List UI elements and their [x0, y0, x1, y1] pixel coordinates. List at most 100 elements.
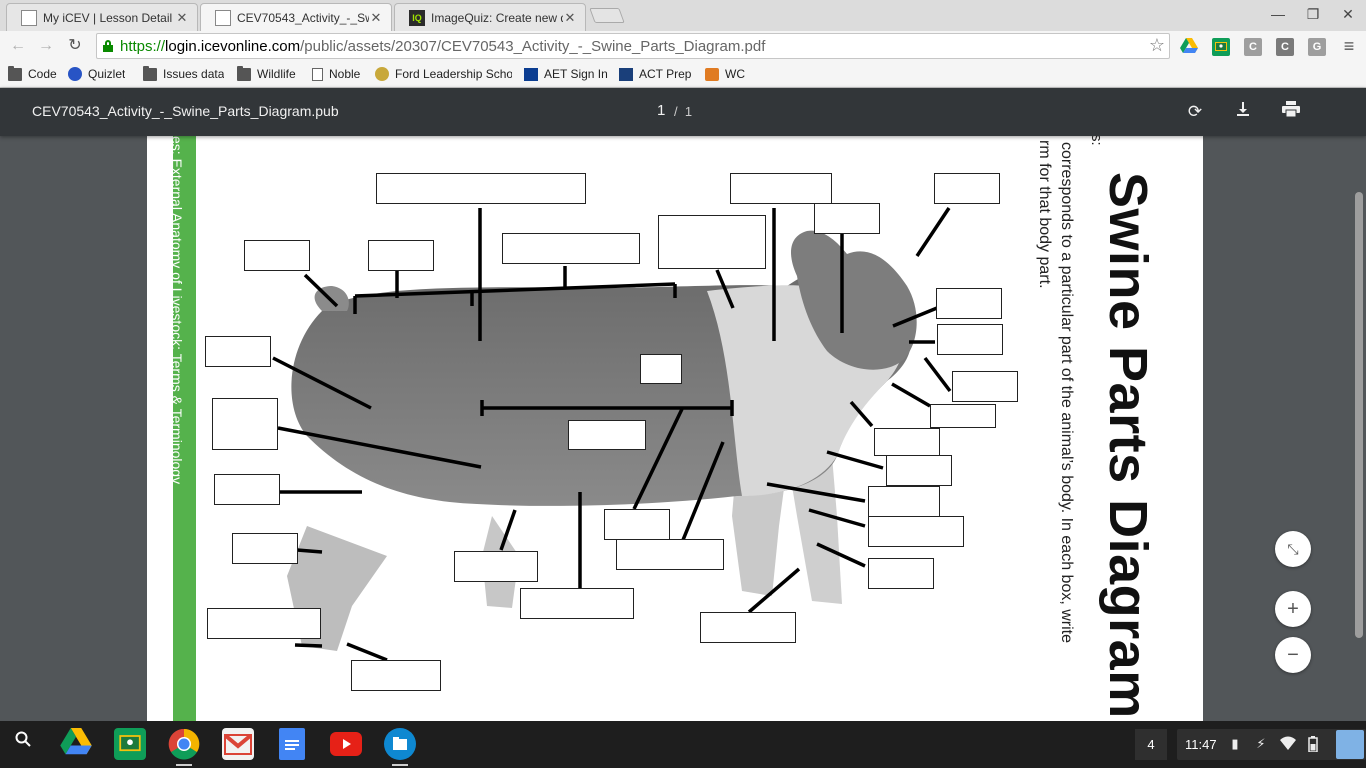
menu-icon[interactable]: ≡ [1338, 35, 1360, 57]
wc-icon [705, 67, 719, 81]
bookmark-ford-leadership[interactable]: Ford Leadership Scho [375, 65, 512, 83]
status-tray[interactable]: 11:47 ▮ ⚡ [1177, 729, 1366, 760]
chrome-icon[interactable] [168, 728, 200, 766]
ffa-icon [375, 67, 389, 81]
label-box[interactable] [934, 173, 1000, 204]
diagram-heading: Swine Parts Diagram [1098, 172, 1158, 719]
label-box[interactable] [376, 173, 586, 204]
notifications-off-icon: ⚡ [1256, 736, 1266, 751]
label-box[interactable] [700, 612, 796, 643]
pdf-filename: CEV70543_Activity_-_Swine_Parts_Diagram.… [32, 103, 339, 119]
files-icon[interactable] [384, 728, 416, 766]
url-text[interactable]: https://login.icevonline.com/public/asse… [120, 38, 765, 55]
label-box[interactable] [604, 509, 670, 540]
label-box[interactable] [244, 240, 310, 271]
new-tab-button[interactable] [589, 8, 625, 23]
page-count: / 1 [674, 104, 693, 119]
lock-icon [103, 40, 113, 52]
reload-icon[interactable]: ↻ [64, 35, 86, 57]
drive-icon[interactable] [60, 728, 92, 760]
extension-c-icon[interactable]: C [1244, 38, 1262, 56]
label-box[interactable] [886, 455, 952, 486]
label-box[interactable] [205, 336, 271, 367]
label-box[interactable] [232, 533, 298, 564]
act-icon [619, 67, 633, 81]
youtube-icon[interactable] [330, 732, 362, 756]
forward-icon[interactable]: → [35, 35, 57, 57]
bookmark-noble[interactable]: Noble [312, 65, 360, 83]
label-box[interactable] [368, 240, 434, 271]
window-close-icon[interactable]: ✕ [1332, 4, 1364, 24]
folder-icon [237, 65, 251, 81]
label-box[interactable] [520, 588, 634, 619]
gmail-icon[interactable] [222, 728, 254, 760]
bookmark-aet-sign-in[interactable]: AET Sign In [524, 65, 608, 83]
bookmark-star-icon[interactable]: ☆ [1149, 35, 1165, 56]
classroom-icon[interactable] [1212, 38, 1230, 56]
bookmark-wildlife[interactable]: Wildlife [237, 65, 296, 83]
label-box[interactable] [937, 324, 1003, 355]
address-bar[interactable]: https://login.icevonline.com/public/asse… [96, 33, 1170, 59]
label-box[interactable] [868, 516, 964, 547]
drive-icon[interactable] [1180, 38, 1198, 56]
bookmark-issues-data[interactable]: Issues data [143, 65, 224, 83]
label-box[interactable] [952, 371, 1018, 402]
rotate-icon[interactable]: ⟳ [1183, 100, 1207, 124]
avatar [1336, 730, 1364, 759]
label-box[interactable] [568, 420, 646, 450]
scroll-thumb[interactable] [1355, 192, 1363, 638]
label-box[interactable] [930, 404, 996, 428]
bookmark-act-prep[interactable]: ACT Prep [619, 65, 691, 83]
label-box[interactable] [868, 558, 934, 589]
label-box[interactable] [351, 660, 441, 691]
label-box[interactable] [207, 608, 321, 639]
bookmarks-bar: Code Quizlet Issues data Wildlife Noble … [0, 61, 1366, 88]
bookmark-code[interactable]: Code [8, 65, 57, 83]
bookmark-quizlet[interactable]: Quizlet [68, 65, 125, 83]
label-box[interactable] [214, 474, 280, 505]
label-box[interactable] [814, 203, 880, 234]
bookmark-wc[interactable]: WC [705, 65, 745, 83]
page-icon [312, 67, 323, 81]
print-icon[interactable] [1279, 100, 1303, 124]
close-icon[interactable]: ✕ [175, 10, 189, 26]
minimize-icon[interactable]: — [1262, 4, 1294, 24]
label-box[interactable] [936, 288, 1002, 319]
page-icon [215, 10, 231, 26]
label-box[interactable] [868, 486, 940, 517]
classroom-icon[interactable] [114, 728, 146, 760]
label-box[interactable] [212, 398, 278, 450]
pdf-toolbar: CEV70543_Activity_-_Swine_Parts_Diagram.… [0, 88, 1366, 136]
label-box[interactable] [502, 233, 640, 264]
maximize-icon[interactable]: ❐ [1297, 4, 1329, 24]
extension-g-icon[interactable]: G [1308, 38, 1326, 56]
zoom-out-button[interactable]: − [1275, 637, 1311, 673]
pdf-scrollbar[interactable] [1352, 136, 1366, 721]
label-box[interactable] [658, 215, 766, 269]
close-icon[interactable]: ✕ [369, 10, 383, 26]
imagequiz-icon: IQ [409, 9, 425, 26]
tab-swine-pdf[interactable]: CEV70543_Activity_-_Swi ✕ [200, 3, 392, 32]
tab-imagequiz[interactable]: IQ ImageQuiz: Create new q ✕ [394, 3, 586, 31]
close-icon[interactable]: ✕ [563, 10, 577, 26]
label-box[interactable] [616, 539, 724, 570]
extension-c-icon[interactable]: C [1276, 38, 1294, 56]
tab-icev-lesson[interactable]: My iCEV | Lesson Detail ✕ [6, 3, 198, 31]
zoom-in-button[interactable]: + [1275, 591, 1311, 627]
fit-to-page-button[interactable]: ⤡ [1275, 531, 1311, 567]
docs-icon[interactable] [279, 728, 305, 760]
notification-count[interactable]: 4 [1135, 729, 1167, 760]
pdf-viewer[interactable]: es: External Anatomy of Livestock: Terms… [0, 136, 1366, 721]
label-box[interactable] [454, 551, 538, 582]
search-icon[interactable] [9, 729, 37, 757]
download-icon[interactable] [1231, 100, 1255, 124]
browser-toolbar: ← → ↻ https://login.icevonline.com/publi… [0, 31, 1366, 61]
label-box[interactable] [640, 354, 682, 384]
back-icon[interactable]: ← [7, 35, 29, 57]
screen: My iCEV | Lesson Detail ✕ CEV70543_Activ… [0, 0, 1366, 768]
page-number-input[interactable]: 1 [657, 102, 665, 119]
label-box[interactable] [730, 173, 832, 204]
battery-icon [1305, 736, 1321, 753]
os-shelf: 4 11:47 ▮ ⚡ [0, 721, 1366, 768]
label-box[interactable] [874, 428, 940, 456]
